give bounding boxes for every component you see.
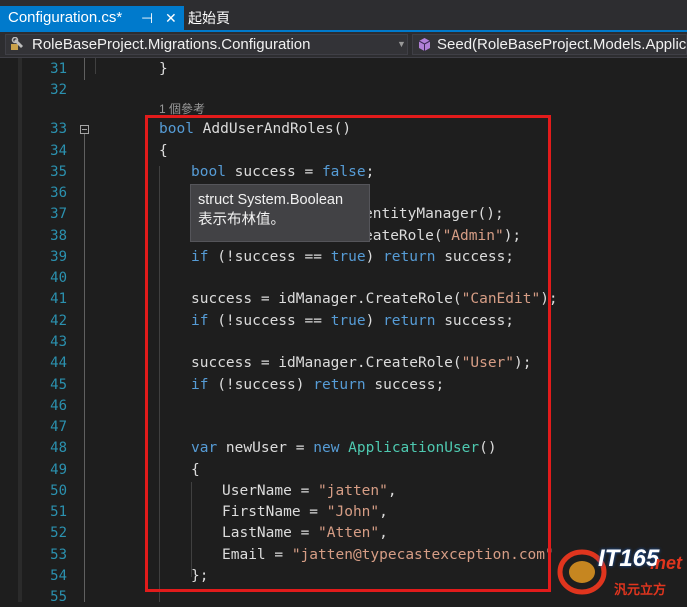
watermark-subtitle: 汎元立方: [614, 582, 667, 597]
line-number: 39: [50, 249, 67, 265]
line-number: 36: [50, 185, 67, 201]
line-number: 54: [50, 568, 67, 584]
line-number: 35: [50, 164, 67, 180]
outline-line: [84, 134, 85, 602]
line-number: 41: [50, 291, 67, 307]
line-number: 47: [50, 419, 67, 435]
member-dropdown-label: Seed(RoleBaseProject.Models.Applic: [437, 36, 687, 53]
document-tab-bar: Configuration.cs* ⊣ ✕ 起始頁: [0, 0, 687, 30]
line-number: 31: [50, 61, 67, 77]
tab-label: Configuration.cs*: [8, 9, 123, 26]
line-number: 32: [50, 82, 67, 98]
tab-configuration-cs[interactable]: Configuration.cs* ⊣ ✕: [0, 6, 184, 30]
tooltip-signature: struct System.Boolean: [198, 192, 344, 208]
close-icon[interactable]: ✕: [165, 6, 177, 30]
tab-start-page[interactable]: 起始頁: [188, 6, 230, 30]
watermark-domain: .net: [650, 553, 683, 573]
method-cube-icon: [417, 37, 432, 54]
navigation-bar: RoleBaseProject.Migrations.Configuration…: [0, 32, 687, 58]
pin-icon[interactable]: ⊣: [141, 6, 153, 30]
type-dropdown-label: RoleBaseProject.Migrations.Configuration: [32, 36, 311, 53]
line-number: 43: [50, 334, 67, 350]
type-dropdown[interactable]: RoleBaseProject.Migrations.Configuration…: [5, 34, 408, 55]
change-margin: [18, 58, 22, 602]
collapse-icon[interactable]: [80, 125, 89, 134]
line-number: 51: [50, 504, 67, 520]
tooltip-description: 表示布林值。: [198, 212, 285, 228]
class-wrench-icon: [10, 36, 26, 57]
line-number: 40: [50, 270, 67, 286]
outline-line: [84, 58, 85, 80]
quickinfo-tooltip: struct System.Boolean 表示布林值。: [190, 184, 370, 242]
member-dropdown[interactable]: Seed(RoleBaseProject.Models.Applic: [412, 34, 687, 55]
code-line: }: [159, 61, 168, 77]
line-number: 44: [50, 355, 67, 371]
line-number: 37: [50, 206, 67, 222]
line-number: 48: [50, 440, 67, 456]
line-number: 33: [50, 121, 67, 137]
line-number: 53: [50, 547, 67, 563]
line-number: 52: [50, 525, 67, 541]
line-number: 38: [50, 228, 67, 244]
line-number: 45: [50, 377, 67, 393]
line-number: 55: [50, 589, 67, 605]
chevron-down-icon[interactable]: ▼: [397, 35, 406, 54]
indent-guide: [95, 58, 96, 74]
line-number: 50: [50, 483, 67, 499]
code-editor[interactable]: 31 32 33 34 35 36 37 38 39 40 41 42 43 4…: [0, 58, 687, 605]
line-number: 49: [50, 462, 67, 478]
line-number: 42: [50, 313, 67, 329]
line-number: 34: [50, 143, 67, 159]
line-number: 46: [50, 398, 67, 414]
